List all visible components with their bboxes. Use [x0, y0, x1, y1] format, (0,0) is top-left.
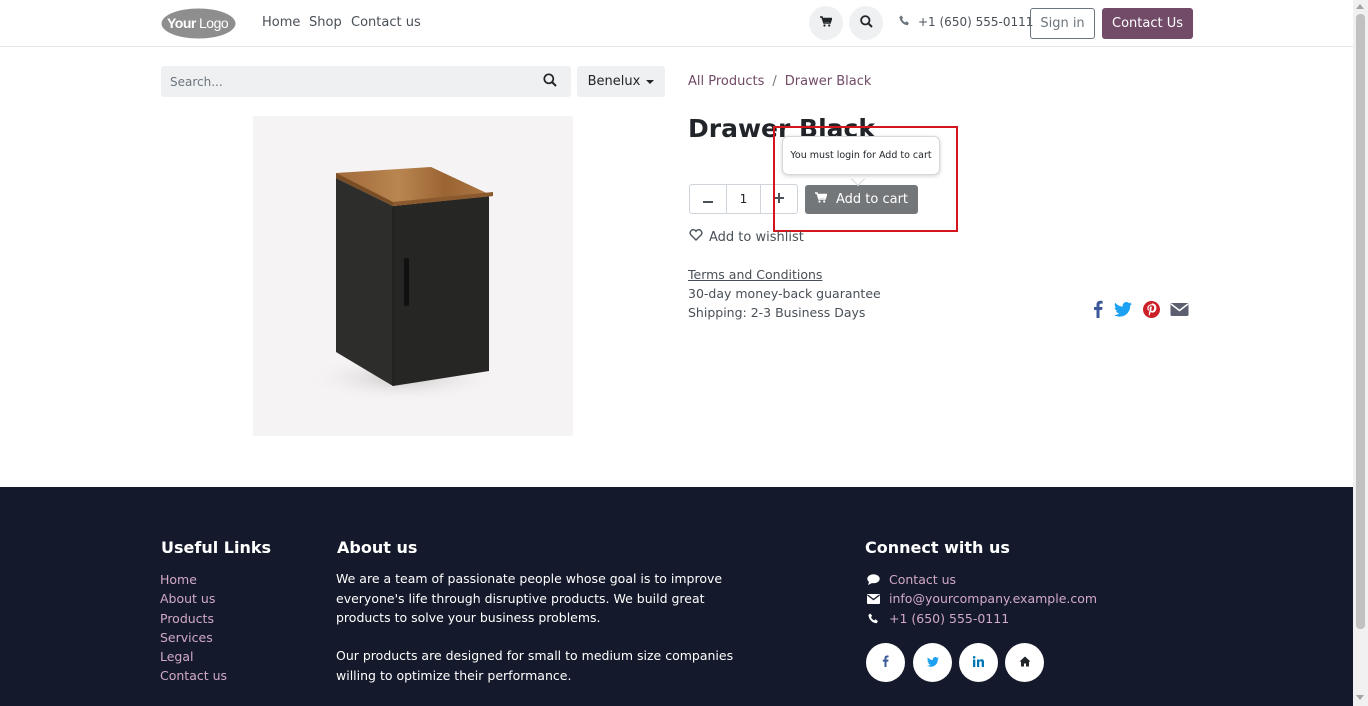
- minus-icon: [703, 192, 713, 207]
- quantity-decrease-button[interactable]: [690, 185, 726, 213]
- svg-text:Logo: Logo: [199, 15, 229, 31]
- cart-icon: [820, 15, 833, 31]
- footer-contact-link[interactable]: Contact us: [866, 572, 956, 587]
- breadcrumb-all-products[interactable]: All Products: [688, 74, 764, 89]
- scroll-up-arrow-icon[interactable]: [1356, 4, 1364, 9]
- footer-link-contact-us[interactable]: Contact us: [160, 668, 227, 683]
- facebook-icon: [882, 655, 889, 670]
- caret-down-icon: [646, 79, 655, 84]
- phone-icon: [866, 613, 880, 624]
- social-twitter-button[interactable]: [913, 643, 952, 682]
- social-facebook-button[interactable]: [866, 643, 905, 682]
- footer-link-services[interactable]: Services: [160, 630, 213, 645]
- footer-phone-link[interactable]: +1 (650) 555-0111: [866, 611, 1009, 626]
- terms-and-conditions-link[interactable]: Terms and Conditions: [688, 267, 822, 282]
- about-us-heading: About us: [337, 538, 418, 557]
- share-facebook-button[interactable]: [1088, 300, 1108, 322]
- footer-link-legal[interactable]: Legal: [160, 649, 194, 664]
- footer-link-home[interactable]: Home: [160, 572, 197, 587]
- pricelist-dropdown[interactable]: Benelux: [577, 66, 665, 97]
- contact-us-button[interactable]: Contact Us: [1102, 8, 1193, 39]
- envelope-icon: [866, 593, 880, 604]
- social-home-button[interactable]: [1005, 643, 1044, 682]
- useful-links-heading: Useful Links: [161, 538, 272, 557]
- cart-button[interactable]: [809, 6, 843, 40]
- share-email-button[interactable]: [1169, 302, 1189, 320]
- wishlist-label: Add to wishlist: [709, 229, 804, 245]
- share-twitter-button[interactable]: [1113, 301, 1133, 321]
- search-icon: [543, 73, 557, 91]
- breadcrumb: All Products / Drawer Black: [688, 74, 871, 89]
- search-icon: [859, 14, 873, 32]
- footer-contact-label: Contact us: [889, 572, 957, 587]
- home-icon: [1019, 656, 1031, 670]
- connect-heading: Connect with us: [865, 538, 1010, 557]
- share-pinterest-button[interactable]: [1141, 300, 1161, 322]
- footer-link-about-us[interactable]: About us: [160, 591, 215, 606]
- breadcrumb-current: Drawer Black: [784, 74, 872, 89]
- scroll-down-arrow-icon[interactable]: [1356, 695, 1364, 700]
- company-logo[interactable]: Your Logo: [161, 8, 236, 39]
- nav-home[interactable]: Home: [262, 15, 300, 30]
- twitter-icon: [926, 656, 939, 670]
- comment-icon: [866, 574, 880, 585]
- quantity-input[interactable]: [726, 185, 761, 213]
- about-us-paragraph-2: Our products are designed for small to m…: [336, 648, 734, 683]
- site-footer: Useful Links Home About us Products Serv…: [0, 487, 1353, 706]
- search-submit-button[interactable]: [538, 73, 562, 91]
- footer-link-products[interactable]: Products: [160, 611, 214, 626]
- linkedin-icon: [972, 655, 984, 670]
- site-header: Your Logo Home Shop Contact us +1 (650) …: [0, 0, 1353, 47]
- pricelist-selected: Benelux: [587, 74, 641, 89]
- sign-in-button[interactable]: Sign in: [1030, 8, 1095, 39]
- breadcrumb-separator: /: [772, 74, 777, 89]
- phone-icon: [899, 15, 910, 29]
- search-input[interactable]: [161, 66, 531, 97]
- about-us-paragraph-1: We are a team of passionate people whose…: [336, 571, 723, 625]
- header-phone-number: +1 (650) 555-0111: [918, 15, 1034, 29]
- highlight-annotation-box: [773, 126, 958, 232]
- nav-shop[interactable]: Shop: [309, 15, 342, 30]
- page-scrollbar[interactable]: [1353, 0, 1368, 706]
- product-image: [253, 116, 573, 436]
- header-phone[interactable]: +1 (650) 555-0111: [899, 15, 1033, 29]
- pinterest-icon: [1142, 300, 1160, 322]
- footer-email-label: info@yourcompany.example.com: [889, 591, 1098, 606]
- facebook-icon: [1093, 300, 1103, 322]
- footer-email-link[interactable]: info@yourcompany.example.com: [866, 591, 1097, 606]
- footer-phone-label: +1 (650) 555-0111: [889, 611, 1010, 626]
- search-toggle-button[interactable]: [849, 6, 883, 40]
- product-search-box: [161, 66, 571, 97]
- heart-icon: [689, 229, 703, 245]
- shipping-info: Shipping: 2-3 Business Days: [688, 305, 866, 320]
- svg-text:Your: Your: [167, 15, 197, 31]
- twitter-icon: [1114, 301, 1132, 321]
- money-back-guarantee: 30-day money-back guarantee: [688, 286, 881, 301]
- envelope-icon: [1170, 302, 1189, 321]
- add-to-wishlist-button[interactable]: Add to wishlist: [689, 229, 804, 245]
- social-linkedin-button[interactable]: [959, 643, 998, 682]
- nav-contact-us[interactable]: Contact us: [351, 15, 421, 30]
- scrollbar-thumb[interactable]: [1356, 14, 1365, 629]
